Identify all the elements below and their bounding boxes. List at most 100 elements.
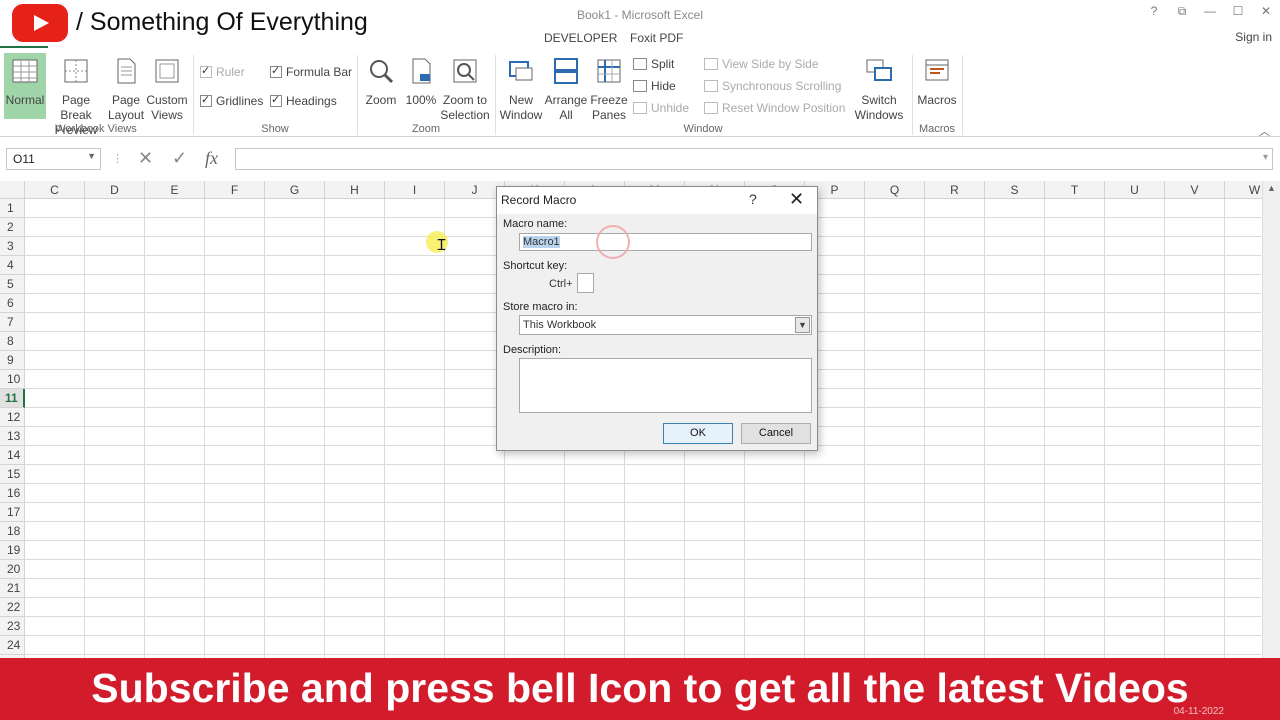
zoom-selection-icon (453, 59, 477, 83)
synchronous-scrolling-button[interactable]: Synchronous Scrolling (704, 79, 841, 93)
new-window-icon (509, 61, 533, 81)
custom-views-button[interactable]: Custom Views (146, 57, 188, 123)
column-header[interactable]: R (925, 181, 985, 199)
name-box-dropdown-icon[interactable]: ▼ (87, 151, 96, 161)
row-header[interactable]: 19 (0, 541, 25, 560)
ctrl-label: Ctrl+ (549, 278, 573, 290)
row-header[interactable]: 7 (0, 313, 25, 332)
row-header[interactable]: 3 (0, 237, 25, 256)
freeze-panes-button[interactable]: Freeze Panes (588, 57, 630, 123)
zoom-to-selection-button[interactable]: Zoom to Selection (440, 57, 490, 123)
hide-button[interactable]: Hide (633, 79, 676, 93)
switch-windows-button[interactable]: Switch Windows (850, 57, 908, 123)
page-layout-button[interactable]: Page Layout (108, 57, 144, 123)
row-header[interactable]: 8 (0, 332, 25, 351)
unhide-button[interactable]: Unhide (633, 101, 689, 115)
ibeam-cursor-icon: Ｉ (434, 237, 450, 254)
custom-views-icon (155, 59, 179, 83)
row-header[interactable]: 14 (0, 446, 25, 465)
column-header[interactable]: S (985, 181, 1045, 199)
row-header[interactable]: 23 (0, 617, 25, 636)
row-header[interactable]: 15 (0, 465, 25, 484)
new-window-button[interactable]: New Window (498, 57, 544, 123)
column-header[interactable]: E (145, 181, 205, 199)
confirm-entry-icon[interactable]: ✓ (172, 148, 187, 169)
row-header[interactable]: 11 (0, 389, 25, 408)
arrange-all-button[interactable]: Arrange All (544, 57, 588, 123)
shortcut-key-input[interactable] (577, 273, 594, 293)
row-header[interactable]: 2 (0, 218, 25, 237)
reset-window-position-button[interactable]: Reset Window Position (704, 101, 845, 115)
row-header[interactable]: 9 (0, 351, 25, 370)
group-label-zoom: Zoom (411, 123, 441, 135)
macros-icon (925, 59, 949, 81)
row-header[interactable]: 4 (0, 256, 25, 275)
zoom-button[interactable]: Zoom (362, 57, 400, 108)
row-header[interactable]: 16 (0, 484, 25, 503)
description-textarea[interactable] (519, 358, 812, 413)
minimize-button[interactable]: — (1196, 4, 1224, 19)
store-macro-select[interactable]: This Workbook ▼ (519, 315, 812, 335)
column-header[interactable]: F (205, 181, 265, 199)
column-header[interactable]: G (265, 181, 325, 199)
maximize-button[interactable]: ☐ (1224, 4, 1252, 19)
formula-input[interactable]: ▾ (235, 148, 1273, 170)
view-side-by-side-button[interactable]: View Side by Side (704, 57, 819, 71)
row-header[interactable]: 6 (0, 294, 25, 313)
row-header[interactable]: 10 (0, 370, 25, 389)
zoom-100-button[interactable]: 100% (404, 57, 438, 108)
expand-formula-bar-icon[interactable]: ▾ (1263, 152, 1268, 163)
split-icon (633, 58, 647, 70)
column-header[interactable]: U (1105, 181, 1165, 199)
unhide-icon (633, 102, 647, 114)
ok-button[interactable]: OK (663, 423, 733, 444)
row-header[interactable]: 12 (0, 408, 25, 427)
freeze-panes-icon (597, 59, 621, 83)
macro-name-input[interactable]: Macro1 (519, 233, 812, 251)
gridlines-checkbox[interactable]: Gridlines (200, 93, 263, 108)
side-by-side-icon (704, 58, 718, 70)
group-label-workbook-views: Workbook Views (55, 123, 137, 135)
normal-view-button[interactable]: Normal (4, 53, 46, 119)
row-header[interactable]: 24 (0, 636, 25, 655)
tab-developer[interactable]: DEVELOPER (544, 31, 617, 45)
collapse-ribbon-icon[interactable]: ︿ (1259, 123, 1270, 139)
channel-name: / Something Of Everything (76, 8, 368, 36)
scroll-up-icon[interactable]: ▲ (1267, 183, 1276, 193)
column-header[interactable]: T (1045, 181, 1105, 199)
row-header[interactable]: 18 (0, 522, 25, 541)
split-button[interactable]: Split (633, 57, 674, 71)
formula-bar-checkbox[interactable]: Formula Bar (270, 64, 352, 79)
cancel-button[interactable]: Cancel (741, 423, 811, 444)
help-icon[interactable]: ? (1140, 4, 1168, 19)
column-header[interactable]: I (385, 181, 445, 199)
headings-checkbox[interactable]: Headings (270, 93, 337, 108)
tab-foxit-pdf[interactable]: Foxit PDF (630, 31, 683, 45)
row-header[interactable]: 13 (0, 427, 25, 446)
column-header[interactable]: C (25, 181, 85, 199)
row-header[interactable]: 5 (0, 275, 25, 294)
name-box[interactable]: O11 ▼ (6, 148, 101, 170)
column-header[interactable]: H (325, 181, 385, 199)
channel-overlay: / Something Of Everything (0, 0, 538, 46)
ribbon-display-icon[interactable]: ⧉ (1168, 4, 1196, 19)
select-all-corner[interactable] (0, 181, 25, 199)
help-icon[interactable]: ? (749, 191, 757, 207)
macros-button[interactable]: Macros (916, 57, 958, 108)
row-header[interactable]: 20 (0, 560, 25, 579)
ruler-checkbox[interactable]: Ruler (200, 64, 245, 79)
close-icon[interactable]: ✕ (789, 189, 804, 210)
row-header[interactable]: 21 (0, 579, 25, 598)
row-header[interactable]: 17 (0, 503, 25, 522)
column-header[interactable]: D (85, 181, 145, 199)
insert-function-icon[interactable]: fx (205, 148, 218, 169)
vertical-scrollbar[interactable]: ▲ (1262, 181, 1280, 661)
close-button[interactable]: ✕ (1252, 4, 1280, 19)
column-header[interactable]: V (1165, 181, 1225, 199)
column-header[interactable]: Q (865, 181, 925, 199)
row-header[interactable]: 22 (0, 598, 25, 617)
chevron-down-icon[interactable]: ▼ (795, 317, 810, 333)
row-header[interactable]: 1 (0, 199, 25, 218)
group-label-macros: Macros (918, 123, 956, 135)
cancel-entry-icon[interactable]: ✕ (138, 148, 153, 169)
